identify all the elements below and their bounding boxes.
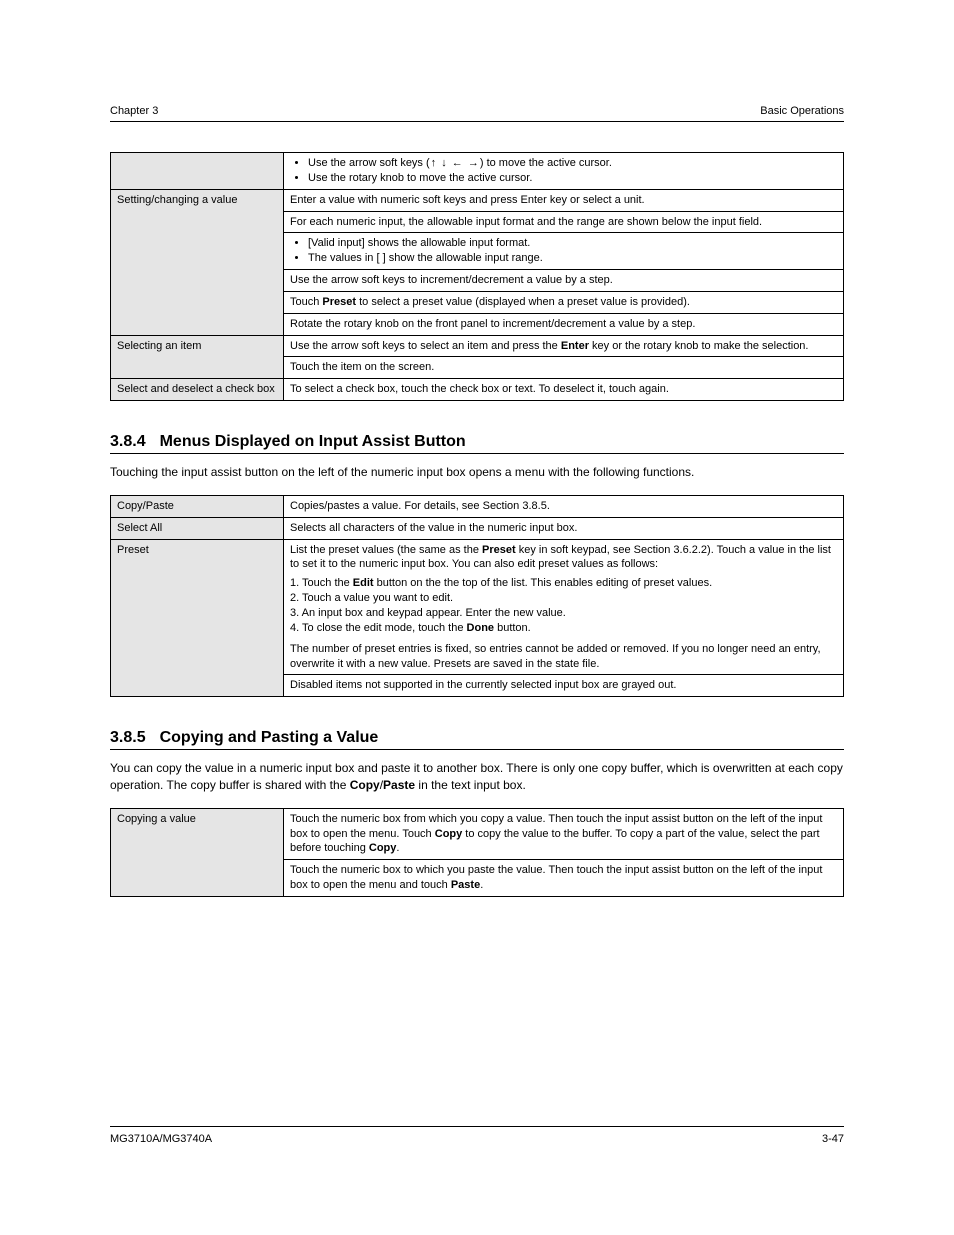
step-line: 3. An input box and keypad appear. Enter… bbox=[290, 606, 837, 621]
bullet-item: The values in [ ] show the allowable inp… bbox=[308, 251, 837, 266]
section-heading: 3.8.4 Menus Displayed on Input Assist Bu… bbox=[110, 433, 844, 451]
cell-content: Copies/pastes a value. For details, see … bbox=[284, 495, 844, 517]
table-row: Copy/Paste Copies/pastes a value. For de… bbox=[111, 495, 844, 517]
cell-content: Touch Preset to select a preset value (d… bbox=[284, 291, 844, 313]
cell-label: Setting/changing a value bbox=[111, 189, 284, 335]
bullet-item: Use the rotary knob to move the active c… bbox=[308, 171, 837, 186]
section-number: 3.8.5 bbox=[110, 729, 146, 747]
header-right: Basic Operations bbox=[760, 105, 844, 117]
step-line: 4. To close the edit mode, touch the Don… bbox=[290, 621, 837, 636]
section-title: Menus Displayed on Input Assist Button bbox=[160, 433, 466, 451]
footer-left: MG3710A/MG3740A bbox=[110, 1133, 212, 1145]
bullet-item: Use the arrow soft keys (↑ ↓ ← →) to mov… bbox=[308, 156, 837, 171]
section-heading: 3.8.5 Copying and Pasting a Value bbox=[110, 729, 844, 747]
cell-content: For each numeric input, the allowable in… bbox=[284, 211, 844, 233]
cell-content: Use the arrow soft keys (↑ ↓ ← →) to mov… bbox=[284, 153, 844, 190]
cell-content: Enter a value with numeric soft keys and… bbox=[284, 189, 844, 211]
cell-content: Touch the item on the screen. bbox=[284, 357, 844, 379]
cell-content: Use the arrow soft keys to increment/dec… bbox=[284, 270, 844, 292]
cell-label: Select All bbox=[111, 517, 284, 539]
page-header: Chapter 3 Basic Operations bbox=[110, 105, 844, 117]
cell-label: Selecting an item bbox=[111, 335, 284, 379]
table-row: Copying a value Touch the numeric box fr… bbox=[111, 808, 844, 860]
cell-label: Copying a value bbox=[111, 808, 284, 896]
section-desc: You can copy the value in a numeric inpu… bbox=[110, 760, 844, 794]
page: Chapter 3 Basic Operations Use the arrow… bbox=[0, 0, 954, 1235]
table-row: Selecting an item Use the arrow soft key… bbox=[111, 335, 844, 357]
header-left: Chapter 3 bbox=[110, 105, 158, 117]
cell-label: Copy/Paste bbox=[111, 495, 284, 517]
page-footer: MG3710A/MG3740A 3-47 bbox=[110, 1126, 844, 1145]
cell-content: [Valid input] shows the allowable input … bbox=[284, 233, 844, 270]
table-row: Setting/changing a value Enter a value w… bbox=[111, 189, 844, 211]
cell-content: Use the arrow soft keys to select an ite… bbox=[284, 335, 844, 357]
cell-label bbox=[111, 153, 284, 190]
cell-content: Rotate the rotary knob on the front pane… bbox=[284, 313, 844, 335]
cell-content: Selects all characters of the value in t… bbox=[284, 517, 844, 539]
cell-content: List the preset values (the same as the … bbox=[284, 539, 844, 675]
cell-label: Preset bbox=[111, 539, 284, 697]
step-line: 1. Touch the Edit button on the the top … bbox=[290, 576, 837, 591]
table-row: Select and deselect a check box To selec… bbox=[111, 379, 844, 401]
note-text: The number of preset entries is fixed, s… bbox=[290, 642, 837, 672]
section-rule bbox=[110, 453, 844, 454]
section-desc: Touching the input assist button on the … bbox=[110, 464, 844, 481]
table-row: Preset List the preset values (the same … bbox=[111, 539, 844, 675]
basic-operations-table: Use the arrow soft keys (↑ ↓ ← →) to mov… bbox=[110, 152, 844, 401]
section-number: 3.8.4 bbox=[110, 433, 146, 451]
cell-content: Disabled items not supported in the curr… bbox=[284, 675, 844, 697]
cell-content: Touch the numeric box to which you paste… bbox=[284, 860, 844, 897]
cell-content: Touch the numeric box from which you cop… bbox=[284, 808, 844, 860]
section-rule bbox=[110, 749, 844, 750]
section-title: Copying and Pasting a Value bbox=[160, 729, 379, 747]
cell-content: To select a check box, touch the check b… bbox=[284, 379, 844, 401]
header-rule bbox=[110, 121, 844, 122]
input-assist-table: Copy/Paste Copies/pastes a value. For de… bbox=[110, 495, 844, 697]
cell-text: List the preset values (the same as the … bbox=[290, 544, 831, 571]
footer-right: 3-47 bbox=[822, 1133, 844, 1145]
table-row: Use the arrow soft keys (↑ ↓ ← →) to mov… bbox=[111, 153, 844, 190]
copy-paste-table: Copying a value Touch the numeric box fr… bbox=[110, 808, 844, 897]
bullet-item: [Valid input] shows the allowable input … bbox=[308, 236, 837, 251]
table-row: Select All Selects all characters of the… bbox=[111, 517, 844, 539]
cell-label: Select and deselect a check box bbox=[111, 379, 284, 401]
step-line: 2. Touch a value you want to edit. bbox=[290, 591, 837, 606]
